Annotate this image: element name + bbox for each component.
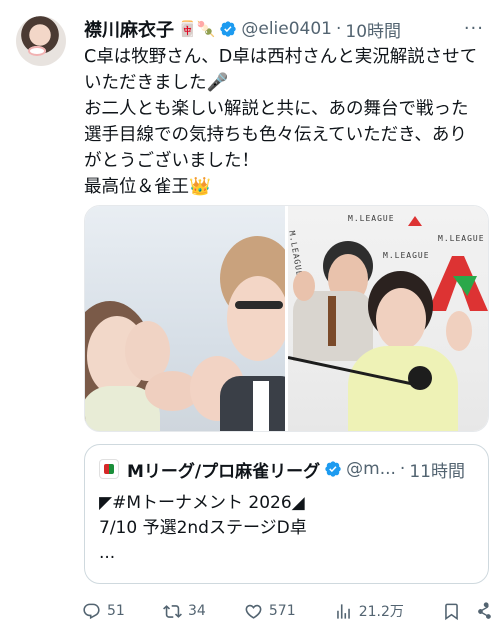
- right-actions: [442, 601, 494, 621]
- action-bar: 51 34 571 21.2万: [82, 598, 494, 624]
- repost-button[interactable]: 34: [162, 602, 206, 621]
- more-options-button[interactable]: ···: [464, 18, 484, 39]
- tweet-text: C卓は牧野さん、D卓は西村さんと実況解説させて いただきました🎤 お二人とも楽し…: [84, 44, 494, 200]
- reply-count: 51: [107, 603, 125, 619]
- timestamp[interactable]: 10時間: [345, 17, 401, 42]
- quoted-text-line: 7/10 予選2ndステージD卓: [99, 518, 307, 538]
- bookmark-icon[interactable]: [442, 602, 461, 621]
- handle[interactable]: @elie0401: [241, 19, 332, 39]
- verified-badge-icon: [325, 461, 341, 477]
- views-button[interactable]: 21.2万: [334, 601, 404, 621]
- signage-text: M.LEAGUE: [383, 251, 430, 260]
- signage-text: M.LEAGUE: [438, 234, 485, 243]
- repost-icon: [162, 604, 182, 618]
- separator-dot: ·: [399, 459, 406, 479]
- repost-count: 34: [187, 603, 206, 619]
- tweet-text-line: 最高位＆雀王👑: [84, 177, 211, 197]
- quoted-tweet-text: ◤#Mトーナメント 2026◢ 7/10 予選2ndステージD卓 ...: [99, 491, 307, 566]
- like-icon: [245, 604, 262, 619]
- quoted-text-line: ◤#Mトーナメント 2026◢: [99, 493, 305, 513]
- views-count: 21.2万: [358, 604, 404, 620]
- quoted-text-line: ...: [99, 543, 116, 563]
- quoted-display-name: Mリーグ/プロ麻雀リーグ: [127, 461, 321, 482]
- like-button[interactable]: 571: [244, 602, 296, 621]
- name-emoji: 🀄🍡: [178, 20, 216, 38]
- reply-icon: [83, 603, 100, 619]
- photo-selfie-right[interactable]: M.LEAGUE M.LEAGUE M.LEAGUE M.LEAGUE: [288, 206, 488, 431]
- verified-badge-icon: [220, 21, 237, 37]
- photo-selfie-left[interactable]: [85, 206, 285, 431]
- media-grid: M.LEAGUE M.LEAGUE M.LEAGUE M.LEAGUE: [84, 205, 489, 432]
- views-icon: [336, 603, 350, 619]
- signage-text: M.LEAGUE: [348, 214, 395, 223]
- avatar[interactable]: [16, 16, 66, 66]
- like-count: 571: [268, 603, 296, 619]
- tweet-header: 襟川麻衣子 🀄🍡 @elie0401 · 10時間: [84, 16, 401, 42]
- tweet-text-line: お二人とも楽しい解説と共に、あの舞台で戦った: [84, 99, 469, 119]
- separator-dot: ·: [336, 19, 342, 39]
- reply-button[interactable]: 51: [82, 602, 125, 621]
- tweet-text-line: いただきました🎤: [84, 73, 229, 93]
- quoted-tweet[interactable]: Mリーグ/プロ麻雀リーグ @m... · 11時間 ◤#Mトーナメント 2026…: [84, 444, 489, 584]
- quoted-handle: @m...: [346, 459, 396, 479]
- quoted-timestamp: 11時間: [409, 461, 465, 482]
- tweet-text-line: C卓は牧野さん、D卓は西村さんと実況解説させて: [84, 47, 478, 67]
- mleague-logo: [99, 459, 119, 479]
- share-icon[interactable]: [475, 601, 494, 621]
- display-name[interactable]: 襟川麻衣子: [84, 16, 174, 42]
- quoted-tweet-header: Mリーグ/プロ麻雀リーグ @m... · 11時間: [127, 457, 465, 482]
- tweet-text-line: がとうございました！: [84, 151, 259, 171]
- tweet-text-line: 選手目線での気持ちも色々伝えていただき、あり: [84, 125, 467, 145]
